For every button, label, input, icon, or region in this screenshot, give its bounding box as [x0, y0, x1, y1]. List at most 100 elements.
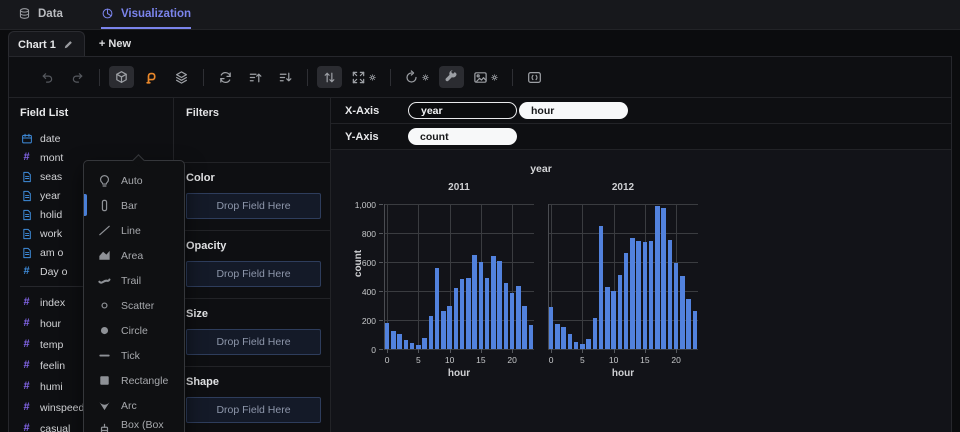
drop-field-zone-opacity[interactable]: Drop Field Here [186, 261, 321, 287]
sort-ascending-button[interactable] [243, 66, 268, 88]
rotate-settings-icon [404, 70, 419, 85]
bar-hour-7 [593, 318, 598, 349]
drop-field-zone-shape[interactable]: Drop Field Here [186, 397, 321, 423]
rotate-settings-button[interactable] [400, 66, 434, 88]
bar-hour-0 [549, 307, 554, 349]
x-tick-label: 15 [472, 355, 490, 365]
arc-mark-icon [97, 398, 112, 413]
bar-hour-7 [429, 316, 434, 349]
chart-type-menu: AutoBarLine Area Trail Scatter Circle Tick Rec… [83, 160, 185, 432]
mark-type-button[interactable] [109, 66, 134, 88]
export-code-button[interactable] [522, 66, 547, 88]
gridline-vertical [582, 204, 583, 349]
bar-hour-17 [655, 206, 660, 349]
y-axis-field-pill-count[interactable]: count [408, 128, 517, 145]
menu-item-tick[interactable]: Tick [84, 343, 184, 368]
bar-mark-icon [97, 198, 112, 213]
bar-hour-1 [555, 324, 560, 349]
toolbar-separator [390, 69, 391, 86]
x-tick-mark [551, 349, 552, 353]
hash-icon: # [20, 266, 33, 277]
tab-data[interactable]: Data [18, 0, 63, 29]
menu-item-arc[interactable]: Arc [84, 393, 184, 418]
undo-icon [40, 70, 55, 85]
menu-item-scatter[interactable]: Scatter [84, 293, 184, 318]
refresh-button[interactable] [213, 66, 238, 88]
chart-tab-label: Chart 1 [18, 39, 56, 51]
x-tick-label: 20 [503, 355, 521, 365]
hash-icon: # [20, 318, 33, 329]
bar-hour-20 [510, 293, 515, 349]
facet-label-2012: 2012 [548, 182, 698, 193]
bar-hour-2 [561, 327, 566, 349]
menu-item-label: Area [121, 250, 143, 262]
export-image-button[interactable] [469, 66, 503, 88]
scatter-mark-icon [97, 298, 112, 313]
y-tick-mark [379, 349, 383, 350]
hash-icon: # [20, 360, 33, 371]
menu-item-line[interactable]: Line [84, 218, 184, 243]
gear-icon [490, 73, 499, 82]
menu-item-box-box-plot[interactable]: Box (Box Plot) [84, 418, 184, 432]
menu-item-rectangle[interactable]: Rectangle [84, 368, 184, 393]
menu-item-bar[interactable]: Bar [84, 193, 184, 218]
menu-item-label: Tick [121, 350, 140, 362]
menu-item-label: Circle [121, 325, 148, 337]
field-pill-tool-icon [144, 70, 159, 85]
toolbar-separator [203, 69, 204, 86]
x-tick-label: 0 [378, 355, 396, 365]
bar-hour-9 [441, 311, 446, 349]
drop-field-zone-color[interactable]: Drop Field Here [186, 193, 321, 219]
field-label: seas [40, 171, 62, 183]
sort-descending-button[interactable] [273, 66, 298, 88]
bar-hour-6 [586, 339, 591, 349]
field-item-date[interactable]: date [20, 129, 173, 148]
redo-button[interactable] [65, 66, 90, 88]
encodings-panel: FiltersColorDrop Field HereOpacityDrop F… [174, 98, 331, 432]
resize-settings-button[interactable] [347, 66, 381, 88]
menu-item-trail[interactable]: Trail [84, 268, 184, 293]
y-tick-label: 200 [344, 316, 376, 326]
bar-hour-2 [397, 334, 402, 349]
bar-hour-20 [674, 263, 679, 349]
x-axis-field-pill-hour[interactable]: hour [519, 102, 628, 119]
bar-hour-19 [668, 240, 673, 349]
field-label: casual [40, 423, 70, 432]
bar-hour-16 [649, 241, 654, 349]
x-tick-mark [645, 349, 646, 353]
bar-hour-9 [605, 287, 610, 349]
layers-button[interactable] [169, 66, 194, 88]
field-pill-tool-button[interactable] [139, 66, 164, 88]
new-chart-label: + New [99, 38, 131, 50]
plot-area-2012: 05101520hour [548, 204, 698, 349]
chart-column: X-Axis yearhour Y-Axis count year count … [331, 98, 951, 432]
swap-axes-button[interactable] [317, 66, 342, 88]
bar-hour-22 [686, 299, 691, 349]
field-label: humi [40, 381, 63, 393]
x-tick-mark [450, 349, 451, 353]
edit-pencil-icon[interactable] [62, 38, 75, 51]
bar-hour-5 [580, 344, 585, 349]
x-tick-mark [676, 349, 677, 353]
tools-button[interactable] [439, 66, 464, 88]
y-tick-mark [379, 262, 383, 263]
x-axis-title: hour [384, 368, 534, 379]
menu-item-area[interactable]: Area [84, 243, 184, 268]
undo-button[interactable] [35, 66, 60, 88]
encoding-title: Shape [186, 376, 321, 388]
field-label: holid [40, 209, 62, 221]
x-tick-label: 20 [667, 355, 685, 365]
field-label: work [40, 228, 62, 240]
menu-item-circle[interactable]: Circle [84, 318, 184, 343]
x-axis-field-pill-year[interactable]: year [408, 102, 517, 119]
tab-visualization[interactable]: Visualization [101, 0, 191, 29]
x-tick-label: 15 [636, 355, 654, 365]
drop-field-zone-size[interactable]: Drop Field Here [186, 329, 321, 355]
tab-chart-1[interactable]: Chart 1 [8, 31, 85, 57]
bar-hour-18 [497, 261, 502, 349]
menu-item-auto[interactable]: Auto [84, 168, 184, 193]
tools-icon [444, 70, 459, 85]
menu-item-label: Trail [121, 275, 141, 287]
field-list-title: Field List [20, 107, 173, 119]
new-chart-button[interactable]: + New [99, 31, 131, 57]
